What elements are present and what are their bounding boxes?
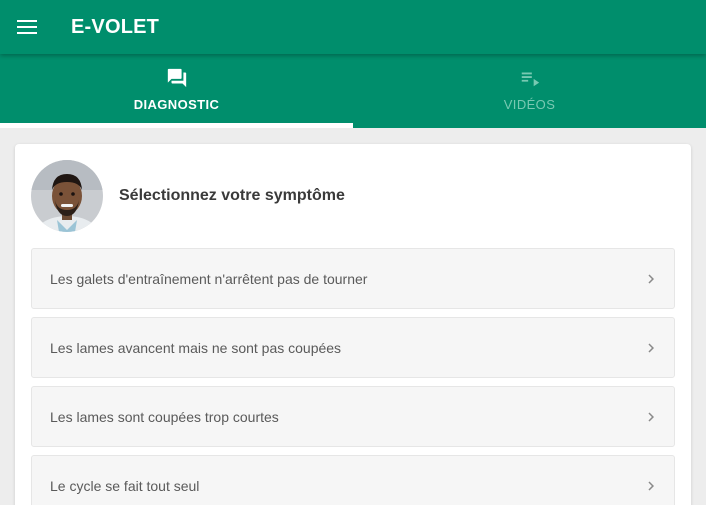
technician-avatar-icon	[31, 160, 103, 232]
forum-icon	[167, 68, 186, 88]
app-title: E-VOLET	[71, 15, 160, 38]
active-tab-indicator	[0, 123, 353, 128]
page-title: Sélectionnez votre symptôme	[119, 187, 345, 204]
playlist-icon	[521, 72, 539, 87]
menu-icon	[17, 20, 37, 34]
tab-diagnostic[interactable]: DIAGNOSTIC	[0, 54, 353, 128]
list-item[interactable]: Les galets d'entraînement n'arrêtent pas…	[31, 248, 675, 309]
symptom-label: Le cycle se fait tout seul	[50, 477, 200, 494]
tab-label: VIDÉOS	[503, 97, 556, 112]
symptom-label: Les galets d'entraînement n'arrêtent pas…	[50, 270, 368, 287]
chevron-right-icon	[648, 481, 654, 490]
tab-bar: DIAGNOSTIC VIDÉOS	[0, 54, 706, 128]
tab-videos[interactable]: VIDÉOS	[353, 54, 706, 128]
chevron-right-icon	[648, 274, 654, 283]
symptom-label: Les lames avancent mais ne sont pas coup…	[50, 339, 342, 356]
symptom-label: Les lames sont coupées trop courtes	[50, 408, 279, 425]
menu-button[interactable]	[0, 0, 54, 54]
tab-label: DIAGNOSTIC	[133, 97, 220, 112]
symptom-card: Sélectionnez votre symptôme Les galets d…	[15, 144, 691, 505]
list-item[interactable]: Le cycle se fait tout seul	[31, 455, 675, 505]
chevron-right-icon	[648, 412, 654, 421]
card-header: Sélectionnez votre symptôme	[31, 160, 345, 232]
list-item[interactable]: Les lames avancent mais ne sont pas coup…	[31, 317, 675, 378]
list-item[interactable]: Les lames sont coupées trop courtes	[31, 386, 675, 447]
avatar	[31, 160, 103, 232]
app-bar: E-VOLET	[0, 0, 706, 54]
chevron-right-icon	[648, 343, 654, 352]
